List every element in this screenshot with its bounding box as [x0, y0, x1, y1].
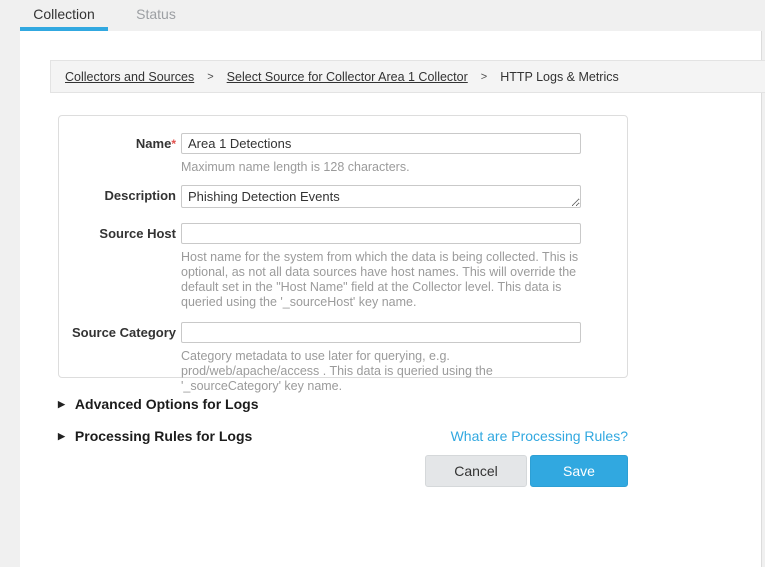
name-label-text: Name — [136, 136, 171, 151]
description-row: Description Phishing Detection Events — [59, 185, 627, 213]
source-category-row: Source Category Category metadata to use… — [59, 322, 627, 394]
action-button-row: Cancel Save — [58, 455, 628, 487]
processing-rules-label: Processing Rules for Logs — [75, 428, 252, 444]
advanced-options-label: Advanced Options for Logs — [75, 396, 259, 412]
breadcrumb-separator: > — [481, 71, 487, 83]
name-input[interactable] — [181, 133, 581, 154]
source-host-input[interactable] — [181, 223, 581, 244]
source-host-field-col: Host name for the system from which the … — [181, 223, 587, 310]
name-helper-text: Maximum name length is 128 characters. — [181, 160, 583, 175]
breadcrumb: Collectors and Sources > Select Source f… — [50, 60, 765, 93]
name-field-col: Maximum name length is 128 characters. — [181, 133, 587, 175]
triangle-right-icon: ▶ — [58, 431, 65, 442]
source-category-input[interactable] — [181, 322, 581, 343]
save-button[interactable]: Save — [530, 455, 628, 487]
name-row: Name* Maximum name length is 128 charact… — [59, 133, 627, 175]
page: Collection Status Collectors and Sources… — [0, 0, 765, 567]
source-host-row: Source Host Host name for the system fro… — [59, 223, 627, 310]
breadcrumb-select-source[interactable]: Select Source for Collector Area 1 Colle… — [227, 70, 468, 84]
source-host-helper-text: Host name for the system from which the … — [181, 250, 583, 310]
processing-rules-section-toggle[interactable]: ▶ Processing Rules for Logs — [58, 428, 252, 444]
breadcrumb-current-http-logs-metrics: HTTP Logs & Metrics — [500, 70, 619, 84]
source-category-field-col: Category metadata to use later for query… — [181, 322, 587, 394]
description-textarea[interactable]: Phishing Detection Events — [181, 185, 581, 208]
tab-bar: Collection Status — [0, 0, 765, 31]
tab-collection[interactable]: Collection — [20, 0, 108, 31]
advanced-options-section-toggle[interactable]: ▶ Advanced Options for Logs — [58, 396, 259, 412]
source-category-helper-text: Category metadata to use later for query… — [181, 349, 583, 394]
name-label: Name* — [59, 133, 176, 175]
breadcrumb-separator: > — [207, 71, 213, 83]
tab-status[interactable]: Status — [118, 0, 194, 31]
cancel-button[interactable]: Cancel — [425, 455, 527, 487]
source-host-label: Source Host — [59, 223, 176, 310]
triangle-right-icon: ▶ — [58, 399, 65, 410]
what-are-processing-rules-link[interactable]: What are Processing Rules? — [451, 428, 628, 444]
description-label: Description — [59, 185, 176, 213]
source-category-label: Source Category — [59, 322, 176, 394]
description-field-col: Phishing Detection Events — [181, 185, 587, 213]
source-config-form-panel: Name* Maximum name length is 128 charact… — [58, 115, 628, 378]
breadcrumb-collectors-and-sources[interactable]: Collectors and Sources — [65, 70, 194, 84]
required-asterisk: * — [171, 137, 176, 151]
